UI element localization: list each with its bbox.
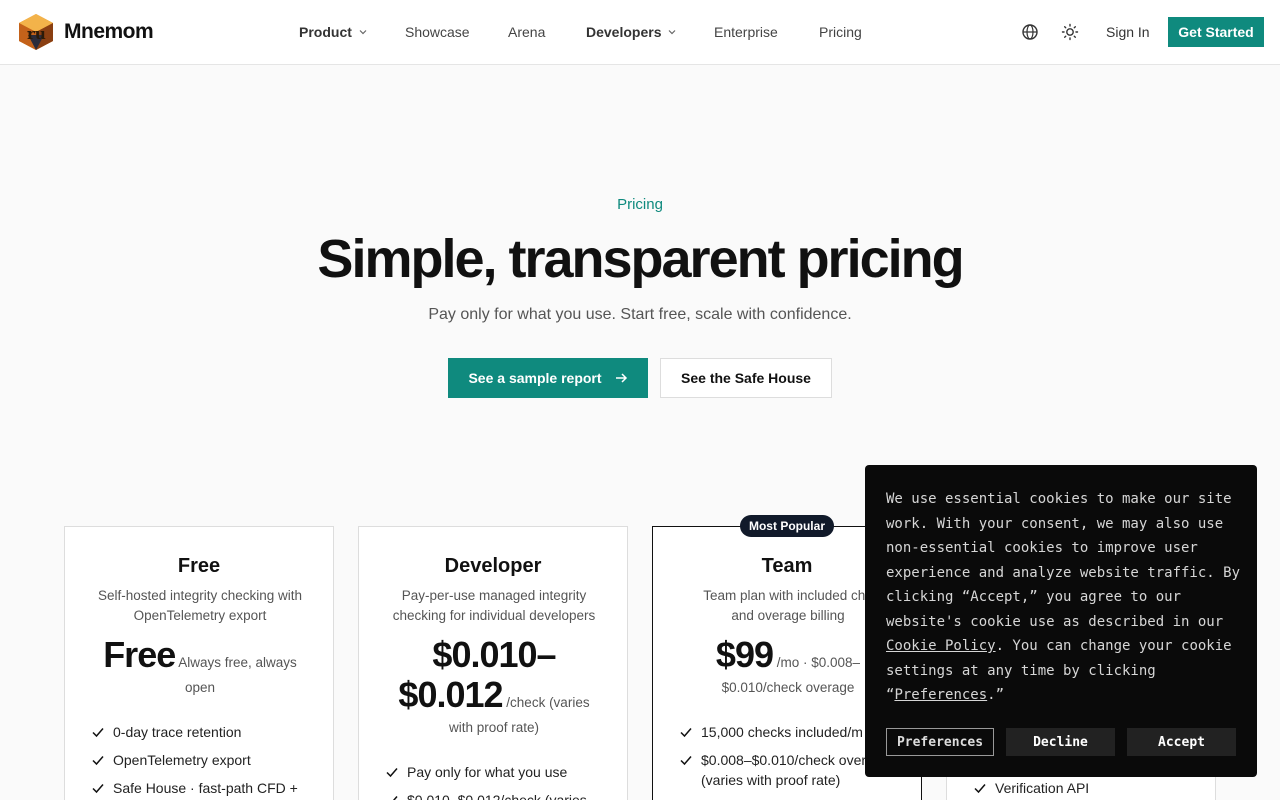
nav-pricing-label: Pricing	[819, 24, 862, 40]
plan-price: $0.010– $0.012 /check (varies with proof…	[379, 635, 609, 740]
mnemom-logo-icon: ru	[16, 13, 56, 51]
globe-icon[interactable]	[1020, 22, 1040, 42]
svg-text:ru: ru	[27, 25, 46, 43]
plan-feature: 0-day trace retention	[91, 722, 321, 742]
plan-feature-text: Safe House · fast-path CFD +	[113, 780, 298, 796]
nav-arena[interactable]: Arena	[508, 24, 545, 40]
pricing-eyebrow: Pricing	[617, 196, 663, 213]
plan-price-amount: Free	[103, 634, 176, 675]
plan-name: Developer	[444, 555, 542, 577]
cookie-message: We use essential cookies to make our sit…	[886, 487, 1242, 708]
plan-feature-text: Verification API	[995, 780, 1090, 796]
plan-feature-text: $0.010–$0.012/check (varies	[407, 792, 587, 800]
cookie-consent-dialog: We use essential cookies to make our sit…	[865, 465, 1257, 777]
cookie-preferences-button[interactable]: Preferences	[886, 728, 994, 756]
site-header: ru Mnemom Product Showcase Arena Develop…	[0, 0, 1280, 65]
brand-logo[interactable]: ru Mnemom	[16, 13, 154, 51]
plan-price: Free Always free, always open	[85, 635, 315, 700]
plan-name: Free	[177, 555, 221, 577]
plan-feature-text: 15,000 checks included/m	[701, 724, 863, 740]
plan-feature: $0.010–$0.012/check (varies	[385, 790, 615, 800]
cookie-accept-button[interactable]: Accept	[1127, 728, 1236, 756]
plan-price-amount: $0.010–	[432, 634, 556, 675]
plan-price-amount: $99	[715, 634, 774, 675]
plan-feature-text: Pay only for what you use	[407, 764, 568, 780]
nav-arena-label: Arena	[508, 24, 546, 40]
sun-icon[interactable]	[1060, 22, 1080, 42]
nav-showcase[interactable]: Showcase	[405, 24, 470, 40]
plan-price-note: Always free, always	[178, 655, 297, 670]
plan-description-line: Pay-per-use managed integrity	[401, 588, 587, 603]
nav-showcase-label: Showcase	[405, 24, 470, 40]
plan-price-amount: $0.012	[398, 674, 503, 715]
plan-feature: Verification API	[973, 778, 1203, 798]
plan-description: Pay-per-use managed integrity checking f…	[379, 586, 609, 626]
plan-feature: Safe House · fast-path CFD +	[91, 778, 321, 798]
plan-description-line: OpenTelemetry export	[133, 608, 267, 623]
preferences-link[interactable]: Preferences	[894, 687, 987, 703]
plan-feature-text: 0-day trace retention	[113, 724, 242, 740]
plan-description-line: Self-hosted integrity checking with	[97, 588, 303, 603]
cookie-decline-button[interactable]: Decline	[1006, 728, 1115, 756]
plan-feature: OpenTelemetry export	[91, 750, 321, 770]
plan-card-developer: Developer Pay-per-use managed integrity …	[358, 526, 628, 800]
nav-product[interactable]: Product	[299, 24, 368, 40]
plan-card-free: Free Self-hosted integrity checking with…	[64, 526, 334, 800]
nav-developers[interactable]: Developers	[586, 24, 677, 40]
brand-name: Mnemom	[64, 20, 154, 43]
plan-feature: Pay only for what you use	[385, 762, 615, 782]
get-started-button[interactable]: Get Started	[1168, 17, 1264, 47]
check-icon	[387, 796, 398, 800]
plan-price-note: /check (varies	[506, 695, 590, 710]
plan-feature-text: OpenTelemetry export	[113, 752, 251, 768]
nav-developers-label: Developers	[586, 24, 662, 40]
check-icon	[680, 756, 692, 766]
page-subtitle: Pay only for what you use. Start free, s…	[428, 306, 852, 323]
sample-report-label: See a sample report	[468, 370, 602, 386]
plan-description-line: checking for individual developers	[392, 608, 596, 623]
plan-price-note: /mo · $0.008–	[776, 655, 861, 670]
cookie-text: We use essential cookies to make our sit…	[886, 491, 1241, 630]
check-icon	[386, 768, 398, 778]
sign-in-link[interactable]: Sign In	[1106, 24, 1150, 40]
check-icon	[92, 728, 104, 738]
chevron-down-icon	[359, 30, 367, 35]
nav-pricing[interactable]: Pricing	[819, 24, 862, 40]
check-icon	[974, 784, 986, 794]
chevron-down-icon	[669, 30, 676, 35]
nav-enterprise[interactable]: Enterprise	[714, 24, 778, 40]
check-icon	[680, 728, 692, 738]
cookie-policy-link[interactable]: Cookie Policy	[886, 638, 996, 654]
nav-product-label: Product	[299, 24, 352, 40]
plan-feature-text: (varies with proof rate)	[701, 772, 841, 788]
sample-report-button[interactable]: See a sample report	[448, 358, 648, 398]
plan-feature-text: $0.008–$0.010/check over	[701, 752, 867, 768]
page-title: Simple, transparent pricing	[317, 229, 964, 289]
nav-enterprise-label: Enterprise	[714, 24, 778, 40]
plan-price-note-line: open	[184, 680, 216, 695]
plan-price-note-line: with proof rate)	[448, 720, 540, 735]
safe-house-button[interactable]: See the Safe House	[660, 358, 832, 398]
plan-description: Self-hosted integrity checking with Open…	[85, 586, 315, 626]
arrow-right-icon	[615, 373, 627, 383]
check-icon	[92, 756, 104, 766]
cookie-text: .”	[987, 687, 1005, 703]
most-popular-badge: Most Popular	[740, 515, 834, 537]
check-icon	[92, 784, 104, 794]
